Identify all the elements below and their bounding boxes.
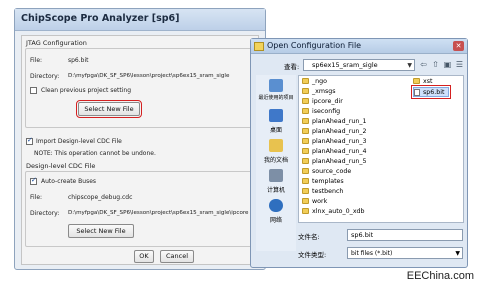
folder-icon [302,148,309,154]
auto-create-checkbox[interactable] [30,176,37,185]
desktop-icon [269,109,283,122]
list-item[interactable]: planAhead_run_5 [302,157,367,167]
look-in-value: sp6ex15_sram_sigle [312,61,378,69]
folder-icon [302,98,309,104]
back-icon[interactable]: ⇦ [419,60,428,69]
places-bar: 最近使用的项目 桌面 我的文档 计算机 网络 [256,75,296,251]
folder-icon [302,88,309,94]
import-cdc-checkbox[interactable] [26,136,33,145]
chipscope-body: JTAG Configuration File: sp6.bit Directo… [21,35,259,265]
file-icon [414,88,420,96]
documents-icon [269,139,283,152]
auto-create-label: Auto-create Buses [41,178,97,185]
folder-icon [302,128,309,134]
chevron-down-icon: ▼ [407,62,412,69]
folder-icon [302,188,309,194]
list-item[interactable]: planAhead_run_2 [302,127,367,137]
jtag-group-label: JTAG Configuration [26,39,87,47]
cdc-file-label: File: [30,194,43,201]
window-title: ChipScope Pro Analyzer [sp6] [21,13,180,24]
clean-label: Clean previous project setting [41,87,132,94]
directory-value: D:\myfpga\DK_SF_SP6\lesson\project\sp6ex… [68,73,230,79]
cancel-button[interactable]: Cancel [160,250,194,263]
new-folder-icon[interactable]: ▣ [443,60,452,69]
directory-label: Directory: [30,73,60,80]
ok-button[interactable]: OK [134,250,154,263]
look-in-select[interactable]: sp6ex15_sram_sigle ▼ [303,59,415,71]
computer-icon [269,169,283,182]
list-item[interactable]: ipcore_dir [302,97,343,107]
cdc-group-label: Design-level CDC File [26,162,96,170]
folder-icon [302,198,309,204]
open-file-dialog: Open Configuration File ✕ 查看: sp6ex15_sr… [250,38,468,268]
folder-icon [413,78,420,84]
import-cdc-label: Import Design-level CDC File [36,138,122,145]
chevron-down-icon: ▼ [455,250,460,257]
folder-icon [302,78,309,84]
note-text: NOTE: This operation cannot be undone. [34,150,156,157]
folder-icon [302,178,309,184]
open-dialog-title: Open Configuration File [267,41,362,50]
file-name-input[interactable]: sp6.bit [347,229,463,241]
file-list[interactable]: _ngo _xmsgs ipcore_dir iseconfig planAhe… [298,75,464,223]
list-item[interactable]: xst [413,77,432,87]
file-label: File: [30,57,43,64]
window-icon [254,42,264,51]
cdc-directory-label: Directory: [30,210,60,217]
look-in-label: 查看: [284,63,300,71]
list-item[interactable]: planAhead_run_3 [302,137,367,147]
list-item[interactable]: _ngo [302,77,327,87]
folder-icon [302,108,309,114]
place-label: 我的文档 [263,157,288,164]
list-item[interactable]: planAhead_run_4 [302,147,367,157]
cdc-directory-value: D:\myfpga\DK_SF_SP6\lesson\project\sp6ex… [68,210,249,216]
place-label: 网络 [269,217,282,224]
folder-icon [302,168,309,174]
list-item[interactable]: xlnx_auto_0_xdb [302,207,365,217]
watermark: EEChina.com [406,270,474,282]
place-label: 最近使用的项目 [258,95,294,101]
list-item[interactable]: source_code [302,167,351,177]
list-item[interactable]: work [302,197,327,207]
file-type-label: 文件类型: [298,251,327,259]
clean-checkbox[interactable] [30,87,37,94]
place-label: 桌面 [269,127,282,134]
chipscope-window: ChipScope Pro Analyzer [sp6] JTAG Config… [14,8,266,270]
list-item[interactable]: templates [302,177,344,187]
list-item[interactable]: _xmsgs [302,87,336,97]
cdc-file-value: chipscope_debug.cdc [68,194,133,201]
open-dialog-titlebar[interactable]: Open Configuration File ✕ [251,39,467,54]
up-folder-icon[interactable]: ⇧ [431,60,440,69]
recent-places-icon [269,79,283,92]
place-label: 计算机 [266,187,285,194]
select-new-file-button-2[interactable]: Select New File [68,224,134,238]
network-icon [269,199,283,212]
list-item[interactable]: testbench [302,187,343,197]
folder-icon [302,158,309,164]
select-new-file-button[interactable]: Select New File [76,100,142,118]
chipscope-titlebar[interactable]: ChipScope Pro Analyzer [sp6] [15,9,265,31]
folder-icon [302,118,309,124]
folder-icon [302,138,309,144]
file-value: sp6.bit [68,57,89,64]
file-type-select[interactable]: bit files (*.bit) ▼ [347,247,463,259]
view-menu-icon[interactable]: ☰ [455,60,464,69]
close-icon[interactable]: ✕ [453,41,464,51]
list-item[interactable]: planAhead_run_1 [302,117,367,127]
file-type-value: bit files (*.bit) [351,250,393,257]
file-name-label: 文件名: [298,233,320,241]
folder-icon [302,208,309,214]
list-item[interactable]: iseconfig [302,107,340,117]
selected-file-item[interactable]: sp6.bit [411,85,451,99]
